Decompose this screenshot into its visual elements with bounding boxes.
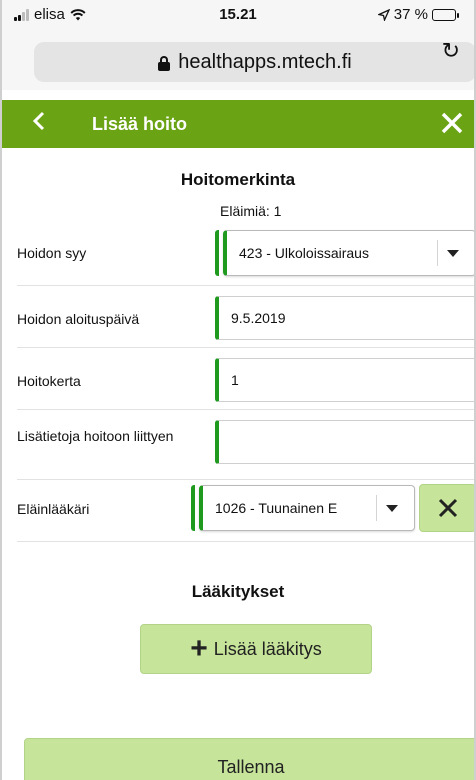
chevron-down-icon[interactable] [437, 240, 467, 266]
vet-select[interactable]: 1026 - Tuunainen E [199, 485, 415, 531]
page-title: Lisää hoito [92, 114, 188, 134]
clear-vet-button[interactable] [419, 484, 474, 532]
vet-select-wrap: 1026 - Tuunainen E [191, 485, 415, 531]
count-input[interactable]: 1 [215, 358, 474, 402]
start-date-label: Hoidon aloituspäivä [17, 311, 140, 327]
plus-icon: + [190, 632, 208, 665]
browser-chrome: healthapps.mtech.fi ↻ [2, 30, 474, 90]
add-medication-button[interactable]: + Lisää lääkitys [140, 624, 372, 674]
reason-select-wrap: 423 - Ulkoloissairaus [215, 230, 474, 276]
close-icon [441, 112, 463, 134]
reload-icon[interactable]: ↻ [442, 38, 460, 64]
phone-frame: elisa 15.21 37 % healthapps.mtech.fi ↻ L… [0, 0, 476, 780]
chevron-left-icon [32, 111, 45, 131]
url-bar[interactable]: healthapps.mtech.fi [34, 42, 474, 82]
close-icon [438, 498, 457, 518]
reason-select[interactable]: 423 - Ulkoloissairaus [223, 230, 474, 276]
vet-select-value: 1026 - Tuunainen E [215, 500, 338, 516]
lock-icon [158, 55, 171, 71]
chevron-down-icon[interactable] [376, 495, 406, 521]
notes-input[interactable] [215, 420, 474, 464]
add-medication-label: Lisää lääkitys [213, 638, 322, 659]
save-button[interactable]: Tallenna [24, 738, 474, 780]
reason-select-value: 423 - Ulkoloissairaus [239, 245, 369, 261]
animals-count: Eläimiä: 1 [220, 203, 282, 219]
status-bar: elisa 15.21 37 % [2, 0, 474, 30]
vet-label: Eläinlääkäri [17, 501, 90, 517]
medications-section-title: Lääkitykset [191, 582, 285, 601]
close-button[interactable] [440, 104, 464, 143]
back-button[interactable] [32, 108, 46, 139]
battery-percent: 37 % [393, 6, 428, 23]
reason-label: Hoidon syy [17, 245, 87, 261]
status-right: 37 % [377, 6, 459, 23]
location-arrow-icon [377, 8, 390, 21]
battery-icon [432, 8, 459, 21]
url-text: healthapps.mtech.fi [178, 50, 352, 73]
treatment-section-title: Hoitomerkinta [180, 170, 296, 189]
start-date-input[interactable]: 9.5.2019 [215, 296, 474, 340]
save-label: Tallenna [217, 757, 285, 777]
count-label: Hoitokerta [17, 373, 81, 389]
app-header: Lisää hoito [2, 100, 474, 148]
notes-label: Lisätietoja hoitoon liittyen [17, 428, 174, 444]
